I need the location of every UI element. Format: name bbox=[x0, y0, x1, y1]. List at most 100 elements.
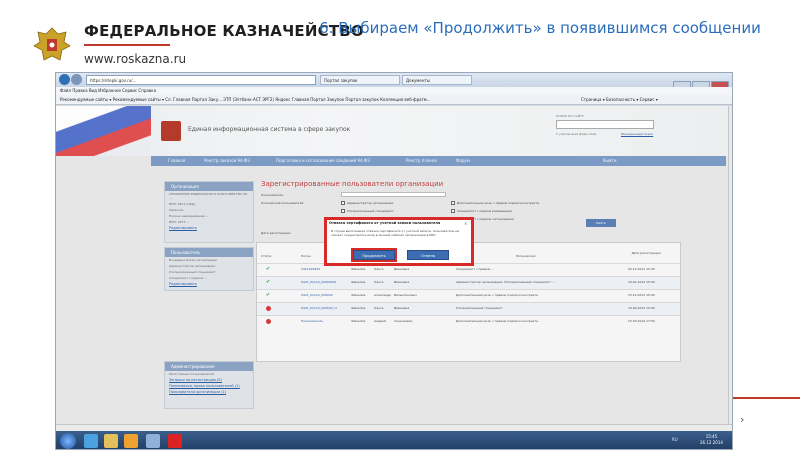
sidebar-user-heading[interactable]: Пользователь bbox=[165, 248, 253, 257]
table-cell-first: Андрей bbox=[374, 319, 386, 323]
search-input[interactable] bbox=[556, 120, 654, 129]
filter-user-label: Пользователь: bbox=[261, 193, 285, 197]
site-title: Единая информационная система в сфере за… bbox=[188, 126, 351, 133]
table-cell-date: 15.03.2014 17:50 bbox=[628, 319, 655, 323]
check-label: Специалист с правом размещения bbox=[457, 209, 512, 213]
confirm-dialog: Отвязка сертификата от учетной записи по… bbox=[324, 217, 474, 266]
table-cell-first: Александр bbox=[374, 293, 392, 297]
advanced-search-link[interactable]: Расширенный поиск bbox=[621, 132, 653, 136]
table-cell-first: Ольга bbox=[374, 306, 384, 310]
back-icon[interactable] bbox=[59, 74, 70, 85]
table-cell-date: 19.01.2012 15:50 bbox=[628, 280, 655, 284]
site-emblem-icon bbox=[161, 121, 181, 141]
table-cell-middle: Валентинович bbox=[394, 293, 417, 297]
checkbox[interactable] bbox=[341, 209, 345, 213]
search-option[interactable]: С учетом всех форм слов bbox=[556, 132, 596, 136]
column-header: Дата регистрации bbox=[631, 251, 661, 255]
nav-preparation[interactable]: Подготовка и согласование сведений 94-ФЗ bbox=[276, 156, 370, 166]
table-cell-login[interactable]: 0421_02110_000000_rs bbox=[301, 302, 337, 315]
table-cell-role: Дополнительная роль с правом подписи кон… bbox=[456, 319, 538, 323]
user-filter-input[interactable] bbox=[341, 192, 446, 197]
table-cell-role: Администратор организации, Уполномоченны… bbox=[456, 280, 555, 284]
table-cell-last: Фамилия bbox=[351, 306, 366, 310]
forward-icon[interactable] bbox=[71, 74, 82, 85]
nav-plans-registry[interactable]: Реестр планов bbox=[406, 156, 437, 166]
cancel-button[interactable]: Отмена bbox=[407, 250, 449, 260]
nav-home[interactable]: Главная bbox=[168, 156, 185, 166]
table-cell-last: Фамилия bbox=[351, 293, 366, 297]
browser-tools[interactable]: Страница ▾ Безопасность ▾ Сервис ▾ bbox=[581, 95, 658, 105]
check-icon: ✔ bbox=[266, 266, 271, 272]
web-page: Единая информационная система в сфере за… bbox=[56, 106, 728, 424]
brand-divider bbox=[84, 44, 170, 46]
search-label: ПОИСК ПО САЙТУ bbox=[556, 114, 584, 118]
decorative-red-line bbox=[732, 397, 800, 399]
sidebar-admin-link[interactable]: Пользователи организации (1) bbox=[165, 389, 253, 395]
checkbox[interactable] bbox=[451, 209, 455, 213]
dialog-title: Отвязка сертификата от учетной записи по… bbox=[329, 221, 441, 225]
table-cell-login[interactable]: 0421_02110_00000001 bbox=[301, 276, 336, 289]
checkbox[interactable] bbox=[341, 201, 345, 205]
browser-titlebar: https://sitepki.gov.ru/... Портал закупо… bbox=[56, 73, 732, 89]
sidebar-org-heading[interactable]: Организация bbox=[165, 182, 253, 191]
chevron-right-icon: › bbox=[740, 413, 745, 426]
nav-logout[interactable]: Выйти bbox=[603, 156, 616, 166]
column-header: Полномочия bbox=[516, 254, 536, 258]
blocked-icon bbox=[266, 306, 271, 311]
vertical-scrollbar[interactable] bbox=[728, 106, 732, 424]
table-cell-date: 02.12.2011 10:30 bbox=[628, 267, 655, 271]
continue-button[interactable]: Продолжить bbox=[351, 248, 397, 262]
column-header: Логин bbox=[301, 254, 311, 258]
filter-role-label: Полномочия пользователя: bbox=[261, 201, 305, 205]
folder-taskbar-icon[interactable] bbox=[104, 434, 118, 448]
table-cell-login[interactable]: 0421299994 bbox=[301, 263, 320, 276]
table-cell-date: 14.09.2013 15:00 bbox=[628, 306, 655, 310]
check-icon: ✔ bbox=[266, 279, 271, 285]
sidebar-admin: Администрирование Регистрация пользовате… bbox=[164, 361, 254, 409]
brand-url: www.roskazna.ru bbox=[84, 52, 187, 66]
blocked-icon bbox=[266, 319, 271, 324]
window-taskbar-icon[interactable] bbox=[146, 434, 160, 448]
browser-tab-2[interactable]: Документы bbox=[402, 75, 472, 85]
table-cell-login[interactable]: Пользователь bbox=[301, 315, 323, 328]
nav-orders-registry[interactable]: Реестр заказов 94-ФЗ bbox=[204, 156, 250, 166]
media-taskbar-icon[interactable] bbox=[124, 434, 138, 448]
horizontal-scrollbar[interactable] bbox=[56, 424, 732, 431]
sidebar-user-edit-link[interactable]: Редактировать bbox=[165, 281, 253, 287]
close-icon[interactable]: × bbox=[464, 221, 467, 226]
table-cell-middle: Ивановна bbox=[394, 306, 410, 310]
table-cell-middle: Алексеевич bbox=[394, 319, 413, 323]
check-label: Дополнительная роль с правом подписи кон… bbox=[457, 201, 539, 205]
system-tray[interactable]: RU bbox=[672, 437, 678, 442]
window-controls bbox=[672, 74, 730, 89]
nav-forum[interactable]: Форум bbox=[456, 156, 470, 166]
clock: 15:45 26.12.2014 bbox=[700, 434, 723, 446]
table-cell-role: Уполномоченный специалист bbox=[456, 306, 503, 310]
sidebar-admin-heading[interactable]: Администрирование bbox=[165, 362, 253, 371]
sidebar-organization: Организация УПРАВЛЕНИЕ ФЕДЕРАЛЬНОГО КАЗН… bbox=[164, 181, 254, 243]
check-label: Уполномоченный специалист bbox=[347, 209, 394, 213]
sidebar-org-edit-link[interactable]: Редактировать bbox=[165, 225, 253, 231]
windows-taskbar: RU 15:45 26.12.2014 bbox=[56, 431, 732, 449]
table-cell-first: Ольга bbox=[374, 280, 384, 284]
site-banner bbox=[56, 106, 728, 156]
table-cell-middle: Ивановна bbox=[394, 280, 410, 284]
clock-date: 26.12.2014 bbox=[700, 440, 723, 445]
check-label: Администратор организации bbox=[347, 201, 394, 205]
ie-taskbar-icon[interactable] bbox=[84, 434, 98, 448]
browser-menu[interactable]: Файл Правка Вид Избранное Сервис Справка bbox=[56, 87, 732, 95]
table-cell-login[interactable]: 0421_02110_000000 bbox=[301, 289, 333, 302]
start-button[interactable] bbox=[60, 433, 76, 449]
browser-tab-1[interactable]: Портал закупок bbox=[320, 75, 400, 85]
page-title: Зарегистрированные пользователи организа… bbox=[261, 180, 444, 188]
checkbox[interactable] bbox=[451, 201, 455, 205]
flag-graphic bbox=[56, 106, 151, 156]
eagle-emblem-icon bbox=[33, 27, 71, 61]
filter-date-label: Дата регистрации: bbox=[261, 231, 292, 235]
slide-title: 6. Выбираем «Продолжить» в появившимся с… bbox=[319, 19, 761, 37]
sidebar-user: Пользователь Входящие блоки организации … bbox=[164, 247, 254, 291]
search-button[interactable]: Найти bbox=[586, 219, 616, 227]
pdf-taskbar-icon[interactable] bbox=[168, 434, 182, 448]
column-header: Статус bbox=[261, 254, 272, 258]
address-bar[interactable]: https://sitepki.gov.ru/... bbox=[86, 75, 316, 85]
